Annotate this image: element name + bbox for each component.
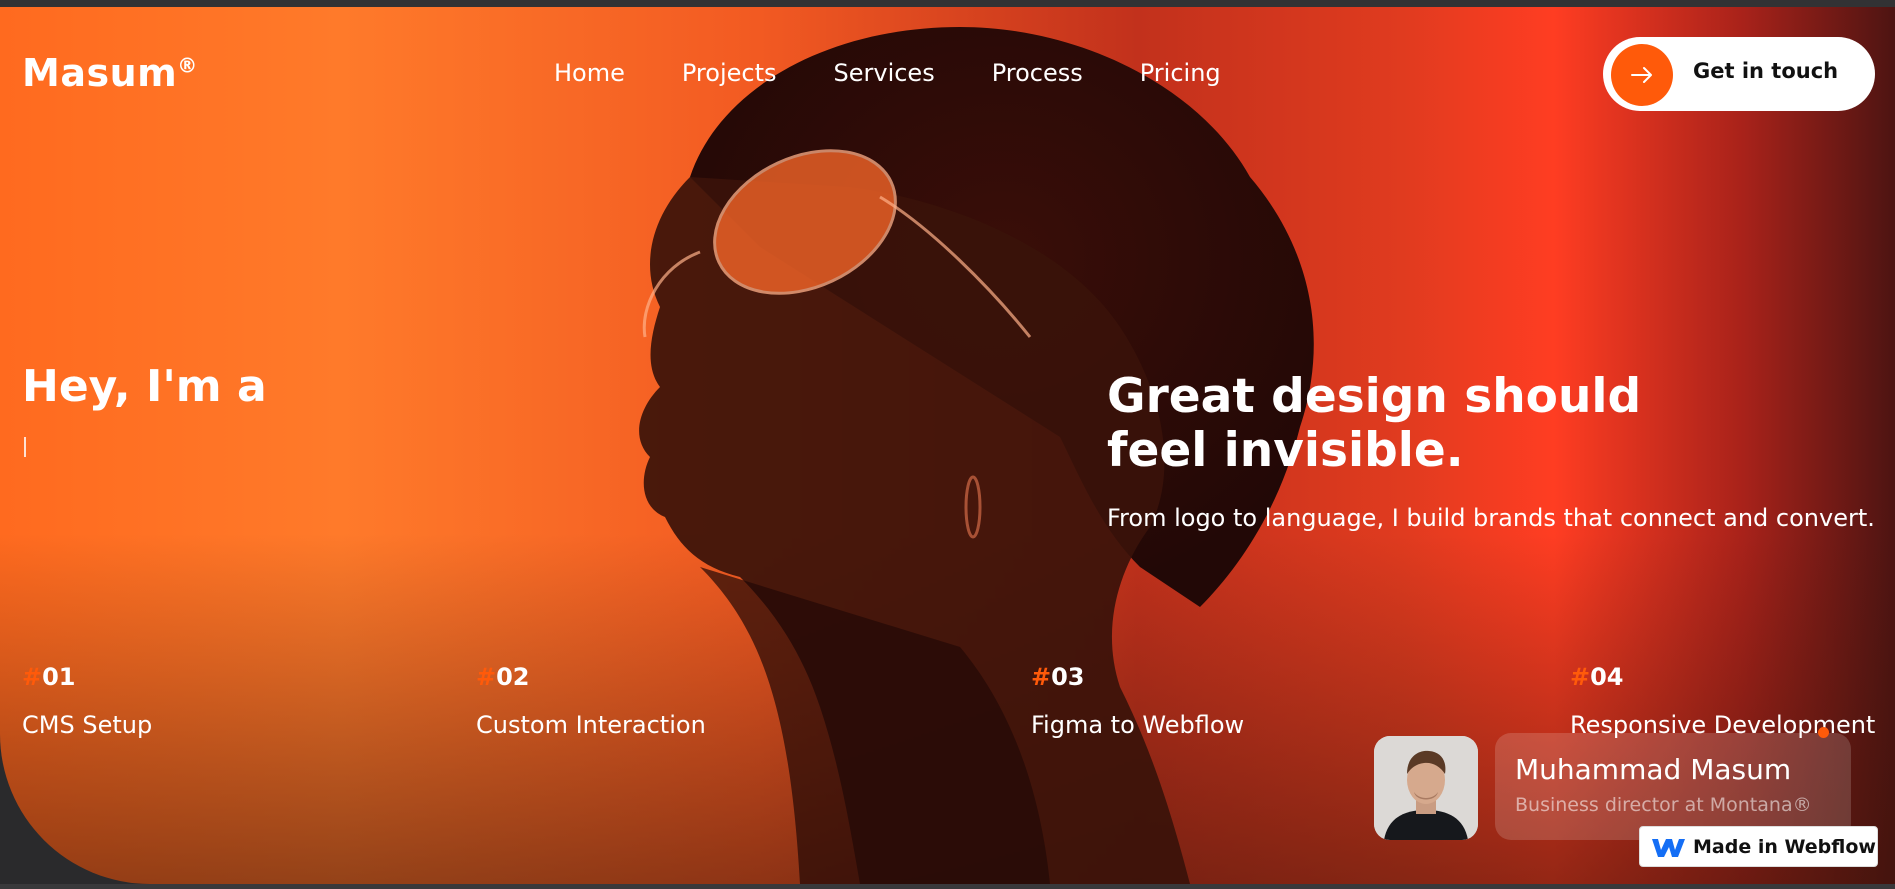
feature-number-value: 02 [496,663,530,691]
browser-top-edge [0,0,1895,7]
nav-item-services[interactable]: Services [834,59,935,87]
feature-item: #02 Custom Interaction [476,663,706,739]
hash-mark: # [1031,663,1052,691]
hero-headline: Great design should feel invisible. [1107,369,1642,478]
feature-item: #01 CMS Setup [22,663,152,739]
hash-mark: # [476,663,497,691]
feature-item: #04 Responsive Development [1570,663,1875,739]
profile-role: Business director at Montana® [1515,794,1812,816]
feature-number-value: 03 [1051,663,1085,691]
feature-title: Figma to Webflow [1031,711,1245,739]
feature-number-value: 04 [1590,663,1624,691]
feature-item: #03 Figma to Webflow [1031,663,1244,739]
feature-title: CMS Setup [22,711,153,739]
arrow-right-icon [1611,44,1673,106]
feature-number: #02 [476,663,706,691]
hero-subline: From logo to language, I build brands th… [1107,504,1875,532]
main-nav: Home Projects Services Process Pricing [554,59,1278,87]
feature-number: #04 [1570,663,1875,691]
hash-mark: # [1570,663,1591,691]
webflow-icon [1652,839,1685,857]
nav-item-home[interactable]: Home [554,59,625,87]
nav-item-process[interactable]: Process [992,59,1083,87]
feature-number: #03 [1031,663,1244,691]
feature-title: Custom Interaction [476,711,706,739]
brand-registered-mark: ® [177,53,198,78]
hero-intro: Hey, I'm a [22,361,267,412]
hash-mark: # [22,663,43,691]
feature-number: #01 [22,663,152,691]
nav-item-pricing[interactable]: Pricing [1140,59,1221,87]
brand-logo[interactable]: Masum® [22,51,198,95]
profile-name: Muhammad Masum [1515,753,1792,786]
feature-number-value: 01 [42,663,76,691]
avatar[interactable] [1374,736,1478,840]
made-in-webflow-label: Made in Webflow [1693,836,1876,858]
nav-item-projects[interactable]: Projects [682,59,777,87]
made-in-webflow-badge[interactable]: Made in Webflow [1639,826,1878,867]
status-dot [1818,727,1829,738]
typing-cursor [24,437,26,457]
browser-bottom-edge [0,884,1895,889]
profile-card: Muhammad Masum Business director at Mont… [1495,733,1851,840]
get-in-touch-label: Get in touch [1693,59,1839,83]
get-in-touch-button[interactable]: Get in touch [1603,37,1875,111]
brand-name: Masum [22,51,178,95]
